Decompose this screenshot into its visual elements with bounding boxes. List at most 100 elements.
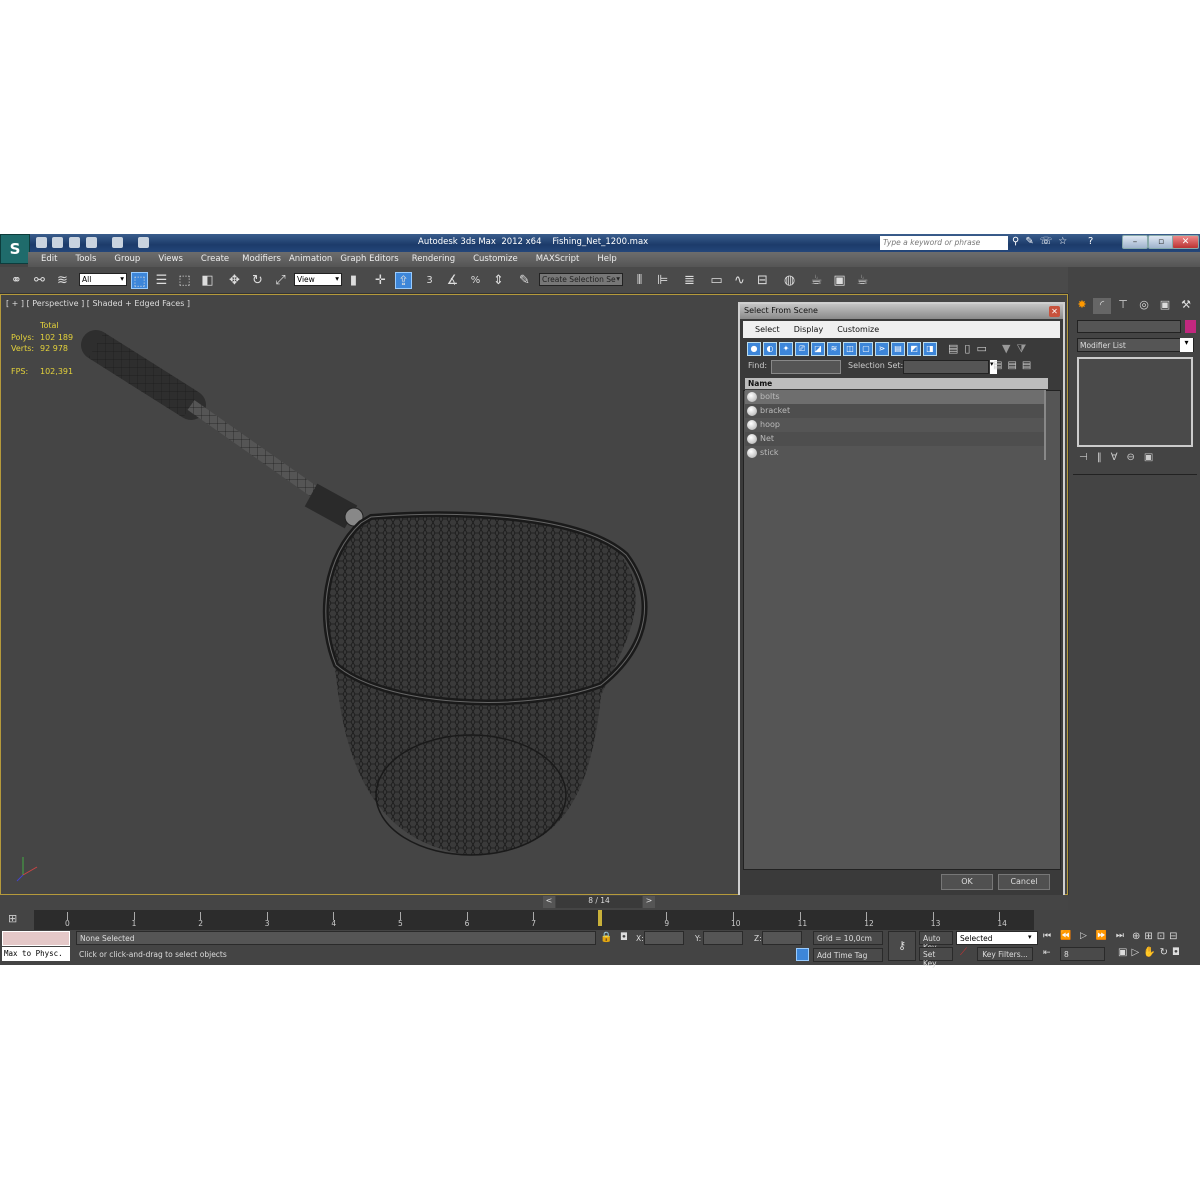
object-list[interactable] (743, 390, 1061, 870)
list-scrollbar[interactable] (1044, 390, 1046, 460)
add-time-tag-button[interactable]: Add Time Tag (813, 948, 883, 962)
scale-icon[interactable]: ⤢ (272, 272, 289, 289)
modify-tab-icon[interactable]: ◜ (1093, 298, 1111, 314)
motion-tab-icon[interactable]: ◎ (1135, 298, 1153, 314)
hierarchy-tab-icon[interactable]: ⊤ (1114, 298, 1132, 314)
y-coordinate-input[interactable] (703, 931, 743, 945)
display-groups-icon[interactable]: ◫ (843, 342, 857, 356)
selection-set-dropdown[interactable] (903, 360, 989, 374)
object-name-field[interactable] (1077, 320, 1181, 333)
maxscript-listener-input[interactable] (2, 931, 70, 946)
keyboard-shortcut-toggle-icon[interactable]: ⇪ (395, 272, 412, 289)
display-frozen-icon[interactable]: ◩ (907, 342, 921, 356)
modifier-list-dropdown[interactable]: Modifier List (1077, 338, 1194, 352)
menu-group[interactable]: Group (105, 252, 149, 267)
key-mode-toggle-icon[interactable]: ⇤ (1043, 948, 1051, 958)
menu-views[interactable]: Views (149, 252, 192, 267)
display-all-none-invert-icons[interactable]: ▤▯▭ (948, 342, 993, 355)
angle-snap-icon[interactable]: ∡ (444, 272, 461, 289)
time-slider-thumb[interactable]: 8 / 14 (556, 896, 642, 908)
restore-button[interactable]: ▫ (1148, 235, 1174, 249)
display-lights-icon[interactable]: ✦ (779, 342, 793, 356)
mini-curve-editor-icon[interactable]: ⊞ (8, 912, 17, 925)
auto-key-button[interactable]: Auto Key (919, 931, 953, 952)
selection-filter-dropdown[interactable]: All (79, 273, 127, 286)
display-geometry-icon[interactable]: ● (747, 342, 761, 356)
object-color-swatch[interactable] (1185, 320, 1196, 333)
menu-maxscript[interactable]: MAXScript (527, 252, 589, 267)
lock-selection-icon[interactable]: 🔒 (600, 932, 612, 943)
dialog-menu-customize[interactable]: Customize (830, 321, 886, 338)
named-selection-dropdown[interactable]: Create Selection Se (539, 273, 623, 286)
reference-coordinate-dropdown[interactable]: View (294, 273, 342, 286)
align-icon[interactable]: ⊫ (654, 272, 671, 289)
time-slider[interactable]: < 8 / 14 > (0, 895, 1068, 910)
absolute-mode-icon[interactable]: ◘ (620, 932, 628, 943)
select-object-icon[interactable]: ⬚ (131, 272, 148, 289)
open-file-icon[interactable] (52, 237, 63, 248)
display-hidden-icon[interactable]: ◨ (923, 342, 937, 356)
utilities-tab-icon[interactable]: ⚒ (1177, 298, 1195, 314)
rendered-frame-window-icon[interactable]: ▣ (831, 272, 848, 289)
track-bar[interactable]: 01234567891011121314 (34, 910, 1034, 930)
manipulate-icon[interactable]: ✛ (372, 272, 389, 289)
curve-editor-icon[interactable]: ∿ (731, 272, 748, 289)
time-tag-icon[interactable] (796, 948, 809, 961)
rotate-icon[interactable]: ↻ (249, 272, 266, 289)
spinner-snap-icon[interactable]: ⇕ (490, 272, 507, 289)
display-containers-icon[interactable]: ▤ (891, 342, 905, 356)
menu-customize[interactable]: Customize (464, 252, 527, 267)
maxscript-output[interactable]: Max to Physc. (2, 947, 70, 961)
display-tab-icon[interactable]: ▣ (1156, 298, 1174, 314)
dialog-close-button[interactable]: ✕ (1049, 306, 1060, 317)
app-logo-icon[interactable]: S (0, 234, 30, 264)
z-coordinate-input[interactable] (762, 931, 802, 945)
viewport-navigation-icons[interactable]: ⊕⊞⊡⊟ (1132, 931, 1182, 942)
list-item[interactable]: Net (745, 432, 1045, 446)
search-input[interactable]: Type a keyword or phrase (880, 236, 1008, 250)
menu-help[interactable]: Help (588, 252, 625, 267)
filter-icons[interactable]: ▼⧩ (1002, 342, 1032, 356)
fishing-net-model[interactable] (1, 295, 741, 895)
find-input[interactable] (771, 360, 841, 374)
display-helpers-icon[interactable]: ◪ (811, 342, 825, 356)
move-icon[interactable]: ✥ (226, 272, 243, 289)
link-icon[interactable]: ⚭ (8, 272, 25, 289)
display-shapes-icon[interactable]: ◐ (763, 342, 777, 356)
create-tab-icon[interactable]: ✸ (1073, 298, 1091, 314)
cancel-button[interactable]: Cancel (998, 874, 1050, 890)
set-key-button[interactable]: Set Key (919, 947, 953, 968)
list-item[interactable]: hoop (745, 418, 1045, 432)
graphite-tools-icon[interactable]: ▭ (708, 272, 725, 289)
pivot-center-icon[interactable]: ▮ (345, 272, 362, 289)
bind-space-warp-icon[interactable]: ≋ (54, 272, 71, 289)
menu-rendering[interactable]: Rendering (403, 252, 464, 267)
close-button[interactable]: ✕ (1172, 235, 1199, 249)
menu-create[interactable]: Create (192, 252, 238, 267)
project-folder-icon[interactable] (138, 237, 149, 248)
undo-icon[interactable] (86, 237, 97, 248)
column-header-name[interactable]: Name (745, 378, 1048, 389)
list-item[interactable]: bracket (745, 404, 1045, 418)
dialog-menu-display[interactable]: Display (787, 321, 831, 338)
selection-set-action-icons[interactable]: ▤▤▤ (993, 360, 1036, 371)
mirror-icon[interactable]: ⫴ (631, 272, 648, 289)
menu-modifiers[interactable]: Modifiers (238, 252, 285, 267)
help-icon[interactable]: ? (1088, 236, 1093, 247)
display-xrefs-icon[interactable]: ▢ (859, 342, 873, 356)
display-cameras-icon[interactable]: ⎚ (795, 342, 809, 356)
next-frame-button[interactable]: > (643, 896, 655, 908)
redo-icon[interactable] (112, 237, 123, 248)
render-setup-icon[interactable]: ☕ (808, 272, 825, 289)
display-space-warps-icon[interactable]: ≋ (827, 342, 841, 356)
menu-graph-editors[interactable]: Graph Editors (336, 252, 402, 267)
infocenter-icons[interactable]: ⚲✎☏☆ (1012, 236, 1073, 247)
render-production-icon[interactable]: ☕ (854, 272, 871, 289)
unlink-icon[interactable]: ⚯ (31, 272, 48, 289)
modifier-stack[interactable] (1077, 357, 1193, 447)
snaps-toggle-icon[interactable]: 3 (421, 272, 438, 289)
chevron-down-icon[interactable]: ▾ (1028, 933, 1032, 941)
stack-controls-icons[interactable]: ⊣‖∀⊖▣ (1079, 452, 1162, 463)
percent-snap-icon[interactable]: % (467, 272, 484, 289)
minimize-button[interactable]: – (1122, 235, 1148, 249)
